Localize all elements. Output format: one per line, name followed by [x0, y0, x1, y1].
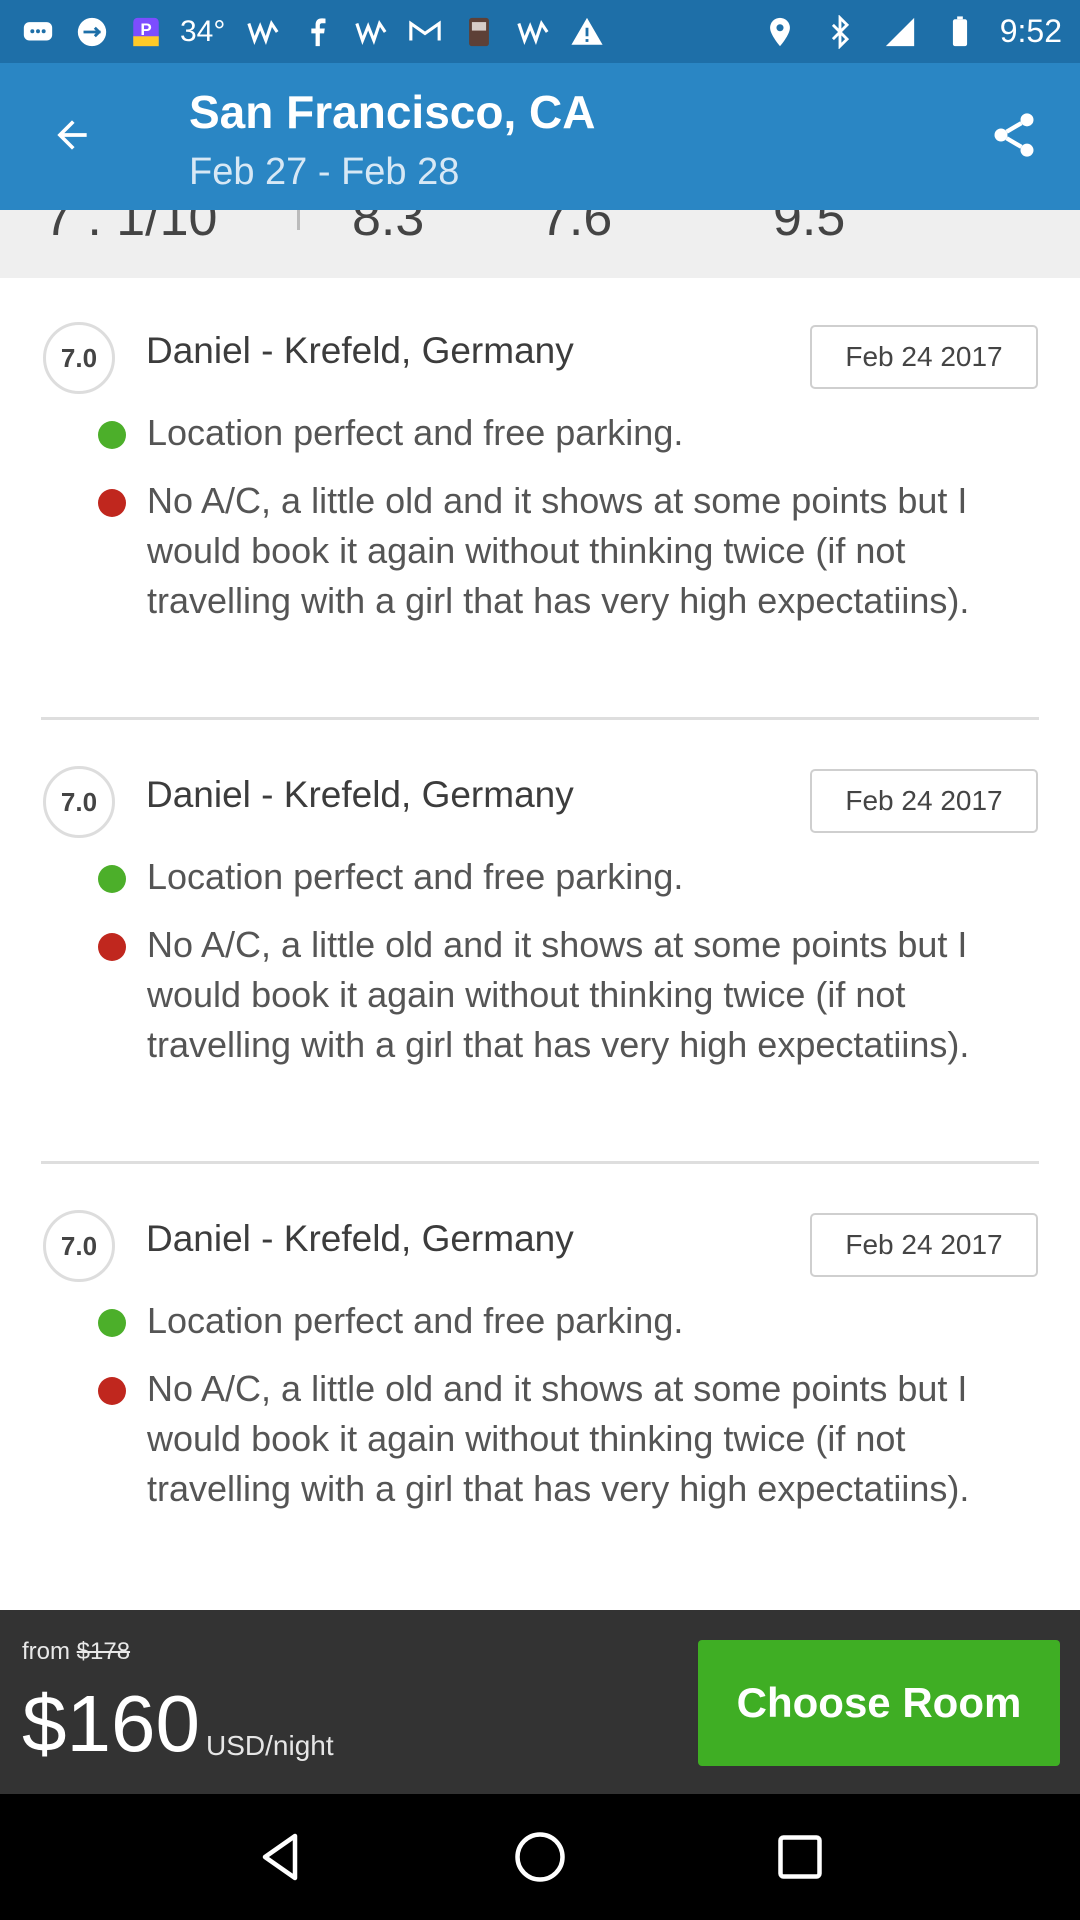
- review-negative: No A/C, a little old and it shows at som…: [147, 924, 970, 1065]
- review-positive: Location perfect and free parking.: [147, 1300, 684, 1341]
- signal-icon: [880, 14, 920, 50]
- location-icon: [760, 14, 800, 50]
- negative-dot-icon: [98, 489, 126, 517]
- review-date: Feb 24 2017: [810, 325, 1038, 389]
- review-item: 7.0 Daniel - Krefeld, Germany Feb 24 201…: [0, 722, 1080, 1166]
- from-label: from: [22, 1638, 77, 1665]
- positive-dot-icon: [98, 865, 126, 893]
- reviewer-name: Daniel - Krefeld, Germany: [146, 1218, 574, 1259]
- recents-nav-icon[interactable]: [760, 1817, 840, 1897]
- parking-app-icon: P: [126, 14, 166, 50]
- wave-icon: [243, 14, 283, 50]
- review-score-badge: 7.0: [43, 766, 115, 838]
- wave-icon: [351, 14, 391, 50]
- warning-icon: [567, 14, 607, 50]
- booking-bar: from $178 $160 USD/night Choose Room: [0, 1610, 1080, 1794]
- facebook-icon: [297, 14, 337, 50]
- review-item: 7.0 Daniel - Krefeld, Germany Feb 24 201…: [0, 278, 1080, 722]
- category-score: 9.5: [773, 210, 846, 247]
- svg-text:P: P: [140, 19, 151, 38]
- original-price: $178: [76, 1638, 131, 1665]
- divider: [297, 210, 300, 230]
- reviewer-name: Daniel - Krefeld, Germany: [146, 330, 574, 371]
- review-item: 7.0 Daniel - Krefeld, Germany Feb 24 201…: [0, 1166, 1080, 1610]
- current-price: $160: [22, 1679, 200, 1768]
- usb-icon: [72, 14, 112, 50]
- positive-dot-icon: [98, 1309, 126, 1337]
- negative-dot-icon: [98, 1377, 126, 1405]
- page-title: San Francisco, CA: [189, 86, 596, 138]
- price-unit: USD/night: [206, 1730, 334, 1761]
- gmail-icon: [405, 14, 445, 50]
- from-price: from $178: [22, 1638, 130, 1666]
- app-header: San Francisco, CA Feb 27 - Feb 28: [0, 63, 1080, 210]
- review-negative: No A/C, a little old and it shows at som…: [147, 480, 970, 621]
- notification-icons: P 34°: [18, 14, 760, 50]
- review-score-badge: 7.0: [43, 322, 115, 394]
- divider: [41, 717, 1039, 720]
- home-nav-icon[interactable]: [500, 1817, 580, 1897]
- category-score: 8.3: [352, 210, 425, 247]
- system-nav-bar: [0, 1794, 1080, 1920]
- review-date: Feb 24 2017: [810, 1213, 1038, 1277]
- reviewer-name: Daniel - Krefeld, Germany: [146, 774, 574, 815]
- wave-icon: [513, 14, 553, 50]
- review-date: Feb 24 2017: [810, 769, 1038, 833]
- review-positive: Location perfect and free parking.: [147, 412, 684, 453]
- status-bar: P 34° 9:52: [0, 0, 1080, 63]
- arrow-left-icon[interactable]: [44, 107, 100, 163]
- back-nav-icon[interactable]: [240, 1817, 320, 1897]
- negative-dot-icon: [98, 933, 126, 961]
- review-negative: No A/C, a little old and it shows at som…: [147, 1368, 970, 1509]
- bluetooth-icon: [820, 14, 860, 50]
- bible-icon: [459, 14, 499, 50]
- review-score-badge: 7.0: [43, 1210, 115, 1282]
- messages-icon: [18, 14, 58, 50]
- date-range: Feb 27 - Feb 28: [189, 151, 460, 193]
- score-summary-strip: 7 . 1/10 8.3 7.6 9.5: [0, 210, 1080, 278]
- battery-icon: [940, 14, 980, 50]
- divider: [41, 1161, 1039, 1164]
- choose-room-button[interactable]: Choose Room: [698, 1640, 1060, 1766]
- overall-score: 7 . 1/10: [44, 210, 218, 247]
- review-list: 7.0 Daniel - Krefeld, Germany Feb 24 201…: [0, 278, 1080, 1610]
- temperature-label: 34°: [180, 14, 226, 48]
- category-score: 7.6: [540, 210, 613, 247]
- positive-dot-icon: [98, 421, 126, 449]
- share-icon[interactable]: [982, 103, 1046, 167]
- review-positive: Location perfect and free parking.: [147, 856, 684, 897]
- clock: 9:52: [999, 13, 1062, 49]
